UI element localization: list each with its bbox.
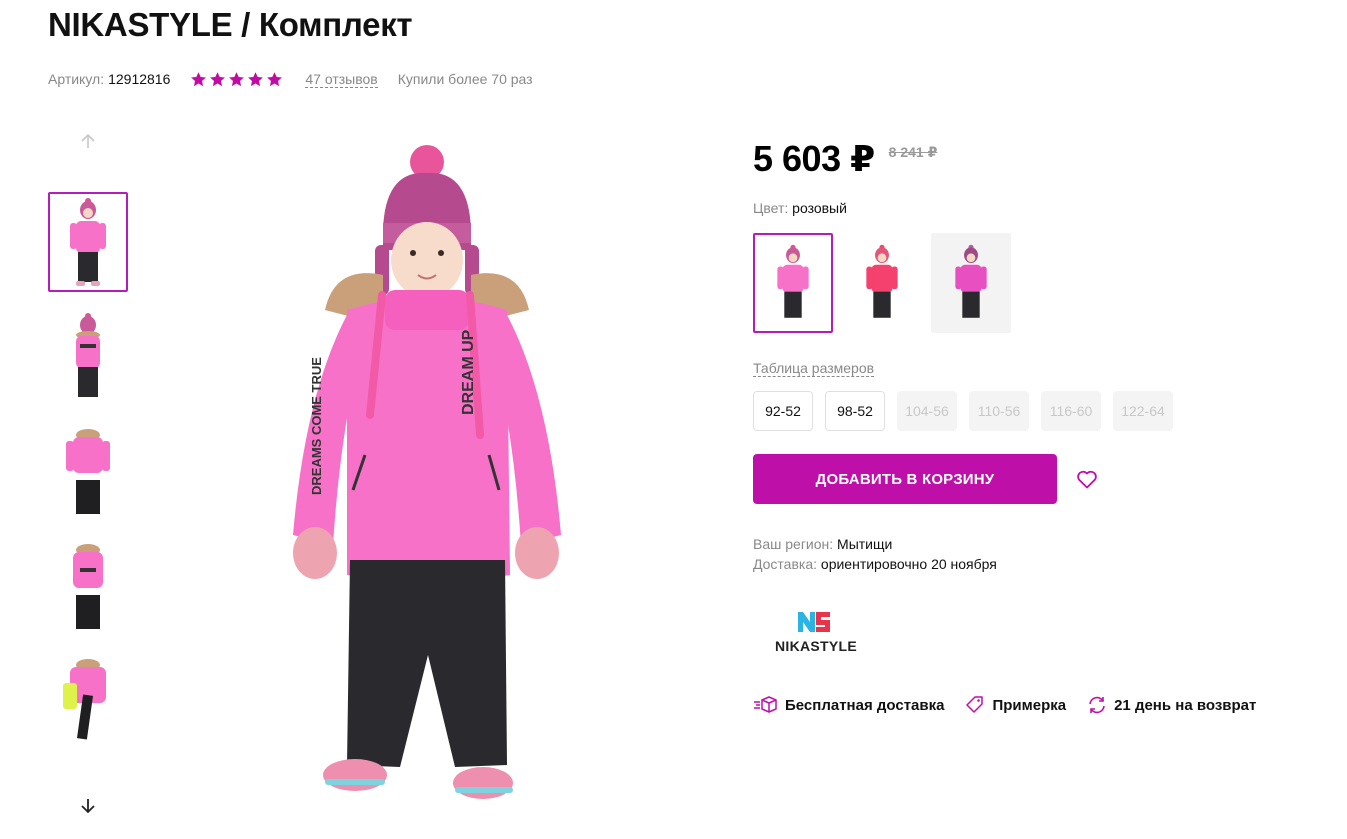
page-title: NIKASTYLE / Комплект [48,6,413,43]
feature-label: 21 день на возврат [1114,696,1257,714]
price-block: 5 603 ₽ 8 241 ₽ [753,138,937,180]
thumbnail-4[interactable] [48,537,128,637]
rating-stars [190,71,283,88]
feature-label: Примерка [992,696,1067,714]
star-icon [248,71,264,86]
kid-front-image [70,198,106,286]
svg-text:DREAM UP: DREAM UP [460,329,477,415]
thumbs-up-arrow-icon[interactable] [78,131,98,151]
article-value: 12912816 [108,71,171,87]
color-label-text: Цвет: [753,200,789,216]
thumbnail-5[interactable] [48,652,128,752]
main-product-image: DREAMS COME TRUE DREAM UP [293,145,561,799]
color-value: розовый [792,200,847,216]
star-icon [210,71,226,86]
color-pink-purple-image [955,244,987,318]
feature-fitting: Примерка [966,696,1066,714]
thumbs-down-arrow-icon[interactable] [78,796,98,816]
product-meta: Артикул: 12912816 47 отзывов Купили боле… [48,70,533,88]
svg-text:DREAMS COME TRUE: DREAMS COME TRUE [309,357,324,495]
size-option-unavailable: 122-64 [1113,391,1173,431]
delivery-info: Доставка: ориентировочно 20 ноября [753,556,997,572]
old-price: 8 241 ₽ [888,144,938,160]
size-option[interactable]: 98-52 [825,391,885,431]
delivery-box-icon [754,696,777,713]
reviews-link[interactable]: 47 отзывов [305,71,378,88]
brand-name[interactable]: NIKASTYLE [775,638,857,654]
region-info: Ваш регион: Мытищи [753,536,892,552]
region-value[interactable]: Мытищи [837,536,892,552]
add-to-cart-button[interactable]: ДОБАВИТЬ В КОРЗИНУ [753,454,1057,504]
jacket-back-image [73,544,103,629]
color-label: Цвет: розовый [753,200,847,216]
jacket-open-image [63,659,106,740]
region-label: Ваш регион: [753,536,834,552]
star-icon [191,71,207,86]
thumbnail-3[interactable] [48,422,128,522]
heart-icon[interactable] [1075,467,1099,491]
tag-icon [966,696,984,713]
return-arrows-icon [1089,696,1105,714]
color-coral-image [866,244,898,318]
article-label: Артикул: [48,71,105,87]
size-option-unavailable: 110-56 [969,391,1029,431]
color-option-coral[interactable] [842,233,922,333]
star-icon [267,71,283,86]
size-option-unavailable: 104-56 [897,391,957,431]
color-pink-image [777,244,809,318]
size-table-link[interactable]: Таблица размеров [753,360,875,377]
thumbnail-1[interactable] [48,192,128,292]
color-option-pink-purple[interactable] [931,233,1011,333]
benefits-list: Бесплатная доставка Примерка 21 день на … [753,696,1278,714]
size-option-unavailable: 116-60 [1041,391,1101,431]
feature-free-delivery: Бесплатная доставка [753,696,944,714]
feature-return: 21 день на возврат [1088,696,1256,714]
delivery-label: Доставка: [753,556,818,572]
kid-back-image [76,313,100,397]
bought-count: Купили более 70 раз [397,71,533,87]
thumbnail-list [48,192,128,767]
feature-label: Бесплатная доставка [785,696,945,714]
jacket-front-image [66,429,110,514]
delivery-value: ориентировочно 20 ноября [820,556,997,572]
current-price: 5 603 ₽ [753,138,875,179]
size-option[interactable]: 92-52 [753,391,813,431]
color-option-pink[interactable] [753,233,833,333]
color-options [753,233,1020,333]
size-selector: 92-52 98-52 104-56 110-56 116-60 122-64 [753,391,1185,431]
star-icon [229,71,245,86]
thumbnail-2[interactable] [48,307,128,407]
